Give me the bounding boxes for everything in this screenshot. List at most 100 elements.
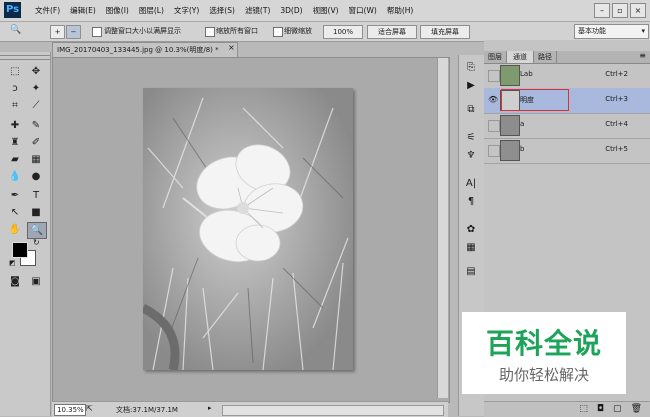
grid-icon[interactable]: ▦ (464, 241, 478, 254)
clone-stamp-icon[interactable]: ♜ (6, 135, 24, 150)
marquee-tool-icon[interactable]: ⬚ (6, 64, 24, 79)
panel-bottom-icons: ⬚ ◘ ▢ 🗑 (579, 404, 642, 414)
watermark-subtitle: 助你轻松解决 (498, 366, 589, 384)
lasso-tool-icon[interactable]: ↄ (6, 81, 24, 96)
chevron-right-icon[interactable]: ▸ (208, 404, 212, 412)
photo-canvas[interactable] (143, 88, 353, 370)
blur-tool-icon[interactable]: 💧 (6, 169, 24, 184)
zoom-level-field[interactable]: 10.35% (54, 404, 86, 416)
info-icon[interactable]: ▤ (464, 265, 478, 278)
vertical-scrollbar[interactable] (437, 58, 448, 398)
tools-panel: ⬚ ✥ ↄ ✦ ⌗ ⟋ ✚ ✎ ♜ ✐ ▰ ▦ 💧 ● ✒ T ↖ ■ ✋ 🔍 … (0, 52, 51, 416)
tools-grip[interactable] (0, 55, 50, 60)
type-tool-icon[interactable]: T (27, 188, 45, 203)
zoom-all-label: 缩放所有窗口 (216, 27, 258, 35)
screen-mode-icon[interactable]: ▣ (27, 274, 45, 289)
zoom-100-button[interactable]: 100% (323, 25, 363, 39)
menu-image[interactable]: 图像(I) (101, 5, 134, 16)
eye-icon[interactable]: 👁 (488, 95, 498, 105)
character-icon[interactable]: A| (464, 177, 478, 190)
options-bar: 🔍 + − 调整窗口大小以满屏显示 缩放所有窗口 细微缩放 100% 适合屏幕 … (0, 22, 650, 42)
fill-screen-button[interactable]: 填充屏幕 (420, 25, 470, 39)
menu-layer[interactable]: 图层(L) (134, 5, 169, 16)
channel-shortcut: Ctrl+4 (605, 120, 628, 128)
eyedropper-icon[interactable]: ⟋ (27, 98, 45, 113)
history-icon[interactable]: ⎘ (464, 61, 478, 74)
path-select-icon[interactable]: ↖ (6, 205, 24, 220)
zoom-all-checkbox[interactable] (205, 27, 215, 37)
move-tool-icon[interactable]: ✥ (27, 64, 45, 79)
menu-select[interactable]: 选择(S) (204, 5, 240, 16)
channel-name: a (520, 120, 525, 128)
channel-row-b[interactable]: b Ctrl+5 (484, 138, 650, 164)
menu-window[interactable]: 窗口(W) (344, 5, 382, 16)
menu-file[interactable]: 文件(F) (30, 5, 65, 16)
swatches-icon[interactable]: ✿ (464, 223, 478, 236)
shape-tool-icon[interactable]: ■ (27, 205, 45, 220)
menu-type[interactable]: 文字(Y) (169, 5, 204, 16)
close-button[interactable]: × (630, 3, 646, 18)
status-bar: 10.35% ⇱ 文档:37.1M/37.1M ▸ (52, 401, 448, 417)
new-channel-icon[interactable]: ▢ (613, 404, 622, 414)
quick-mask-icon[interactable]: ◙ (6, 274, 24, 289)
restore-button[interactable]: ▫ (612, 3, 628, 18)
document-tab[interactable]: IMG_20170403_133445.jpg @ 10.3%(明度/8) * (52, 42, 238, 57)
panel-bottom-bar: ⬚ ◘ ▢ 🗑 (484, 401, 650, 417)
fit-screen-button[interactable]: 适合屏幕 (367, 25, 417, 39)
flower-photo (143, 88, 353, 370)
photoshop-logo-icon: Ps (4, 2, 21, 18)
visibility-toggle[interactable] (488, 120, 500, 132)
resize-windows-checkbox[interactable] (92, 27, 102, 37)
play-actions-icon[interactable]: ▶ (464, 79, 478, 92)
menu-items: 文件(F) 编辑(E) 图像(I) 图层(L) 文字(Y) 选择(S) 滤镜(T… (30, 0, 418, 21)
zoom-tool-preset-icon[interactable]: 🔍 (10, 25, 21, 35)
channel-shortcut: Ctrl+3 (605, 95, 628, 103)
dodge-tool-icon[interactable]: ● (27, 169, 45, 184)
load-selection-icon[interactable]: ⬚ (579, 404, 588, 414)
tab-layers[interactable]: 图层 (484, 51, 507, 63)
visibility-toggle[interactable] (488, 70, 500, 82)
channel-name: b (520, 145, 525, 153)
zoom-in-icon[interactable]: + (50, 25, 65, 39)
hand-tool-icon[interactable]: ✋ (6, 222, 24, 237)
trash-icon[interactable]: 🗑 (631, 404, 642, 414)
menu-edit[interactable]: 编辑(E) (65, 5, 101, 16)
save-selection-icon[interactable]: ◘ (597, 404, 604, 414)
crop-tool-icon[interactable]: ⌗ (6, 98, 24, 113)
visibility-toggle[interactable] (488, 145, 500, 157)
tab-channels[interactable]: 通道 (507, 51, 534, 63)
menu-view[interactable]: 视图(V) (308, 5, 344, 16)
scrubby-zoom-checkbox[interactable] (273, 27, 283, 37)
layer-comps-icon[interactable]: ⧉ (464, 103, 478, 116)
pen-tool-icon[interactable]: ✒ (6, 188, 24, 203)
workspace-select[interactable]: 基本功能 ▾ (574, 24, 649, 39)
horizontal-scrollbar[interactable] (222, 405, 444, 416)
brush-presets-icon[interactable]: ♆ (464, 149, 478, 162)
healing-brush-icon[interactable]: ✚ (6, 118, 24, 133)
chevron-down-icon: ▾ (641, 27, 645, 35)
menu-3d[interactable]: 3D(D) (275, 6, 307, 15)
channel-thumbnail (500, 140, 520, 161)
channel-row-lab[interactable]: Lab Ctrl+2 (484, 63, 650, 89)
history-brush-icon[interactable]: ✐ (27, 135, 45, 150)
document-tab-title: IMG_20170403_133445.jpg @ 10.3%(明度/8) * (57, 46, 219, 54)
gradient-icon[interactable]: ▦ (27, 152, 45, 167)
default-colors-icon[interactable]: ◩ (9, 259, 16, 267)
minimize-button[interactable]: – (594, 3, 610, 18)
zoom-out-icon[interactable]: − (66, 25, 81, 39)
menu-help[interactable]: 帮助(H) (382, 5, 419, 16)
zoom-tool-icon[interactable]: 🔍 (27, 222, 47, 239)
channel-row-a[interactable]: a Ctrl+4 (484, 113, 650, 139)
magic-wand-icon[interactable]: ✦ (27, 81, 45, 96)
resize-windows-label: 调整窗口大小以满屏显示 (104, 27, 181, 35)
panel-menu-icon[interactable]: ≡ (639, 51, 646, 60)
close-icon[interactable]: × (228, 43, 235, 52)
adjustments-icon[interactable]: ⚟ (464, 131, 478, 144)
swap-colors-icon[interactable]: ↻ (33, 238, 40, 247)
menu-filter[interactable]: 滤镜(T) (240, 5, 275, 16)
paragraph-icon[interactable]: ¶ (464, 195, 478, 208)
tab-paths[interactable]: 路径 (534, 51, 557, 63)
export-icon[interactable]: ⇱ (86, 404, 93, 413)
brush-tool-icon[interactable]: ✎ (27, 118, 45, 133)
eraser-icon[interactable]: ▰ (6, 152, 24, 167)
